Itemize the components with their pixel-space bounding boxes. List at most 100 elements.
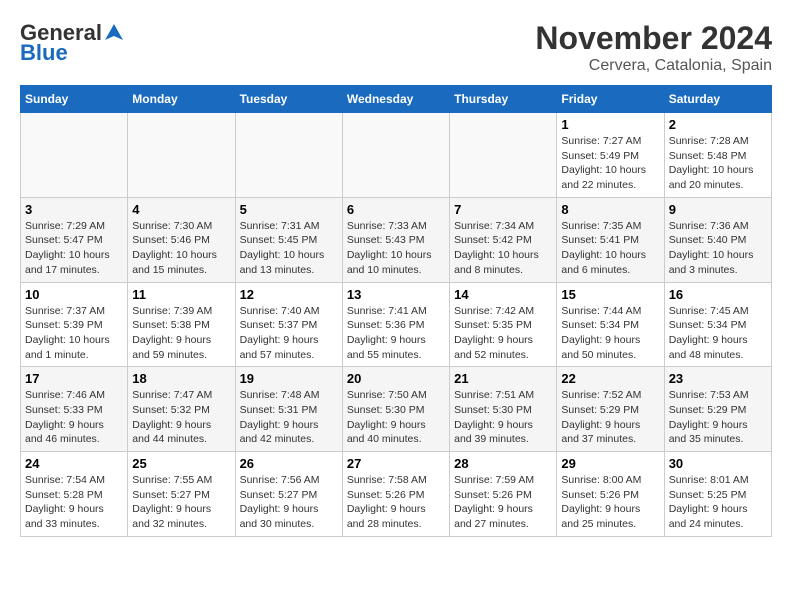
day-info: Sunrise: 7:28 AM Sunset: 5:48 PM Dayligh… bbox=[669, 134, 767, 193]
day-number: 19 bbox=[240, 371, 338, 386]
day-number: 30 bbox=[669, 456, 767, 471]
calendar-cell: 9Sunrise: 7:36 AM Sunset: 5:40 PM Daylig… bbox=[664, 197, 771, 282]
calendar-week-5: 24Sunrise: 7:54 AM Sunset: 5:28 PM Dayli… bbox=[21, 452, 772, 537]
calendar-cell: 2 Sunrise: 7:28 AM Sunset: 5:48 PM Daylig… bbox=[664, 113, 771, 198]
day-number: 28 bbox=[454, 456, 552, 471]
calendar-cell: 6Sunrise: 7:33 AM Sunset: 5:43 PM Daylig… bbox=[342, 197, 449, 282]
calendar-cell: 10 Sunrise: 7:37 AM Sunset: 5:39 PM Dayli… bbox=[21, 282, 128, 367]
calendar-cell: 22Sunrise: 7:52 AM Sunset: 5:29 PM Dayli… bbox=[557, 367, 664, 452]
calendar-cell: 1 Sunrise: 7:27 AM Sunset: 5:49 PM Daylig… bbox=[557, 113, 664, 198]
logo-arrow-svg bbox=[103, 22, 125, 44]
day-number: 23 bbox=[669, 371, 767, 386]
day-info: Sunrise: 7:56 AM Sunset: 5:27 PM Dayligh… bbox=[240, 473, 338, 532]
day-number: 9 bbox=[669, 202, 767, 217]
calendar-cell bbox=[342, 113, 449, 198]
calendar-cell: 5 Sunrise: 7:31 AM Sunset: 5:45 PM Daylig… bbox=[235, 197, 342, 282]
day-number: 11 bbox=[132, 287, 230, 302]
calendar-cell: 8Sunrise: 7:35 AM Sunset: 5:41 PM Daylig… bbox=[557, 197, 664, 282]
day-info: Sunrise: 7:29 AM Sunset: 5:47 PM Dayligh… bbox=[25, 219, 123, 278]
calendar-cell: 12Sunrise: 7:40 AM Sunset: 5:37 PM Dayli… bbox=[235, 282, 342, 367]
day-number: 1 bbox=[561, 117, 659, 132]
day-info: Sunrise: 7:59 AM Sunset: 5:26 PM Dayligh… bbox=[454, 473, 552, 532]
day-info: Sunrise: 7:39 AM Sunset: 5:38 PM Dayligh… bbox=[132, 304, 230, 363]
day-info: Sunrise: 7:51 AM Sunset: 5:30 PM Dayligh… bbox=[454, 388, 552, 447]
title-area: November 2024 Cervera, Catalonia, Spain bbox=[535, 20, 772, 75]
calendar-week-3: 10 Sunrise: 7:37 AM Sunset: 5:39 PM Dayli… bbox=[21, 282, 772, 367]
calendar-week-4: 17 Sunrise: 7:46 AM Sunset: 5:33 PM Dayli… bbox=[21, 367, 772, 452]
day-number: 4 bbox=[132, 202, 230, 217]
day-number: 5 bbox=[240, 202, 338, 217]
calendar-cell: 20 Sunrise: 7:50 AM Sunset: 5:30 PM Dayli… bbox=[342, 367, 449, 452]
header: General Blue November 2024 Cervera, Cata… bbox=[20, 20, 772, 75]
day-number: 29 bbox=[561, 456, 659, 471]
day-info: Sunrise: 7:48 AM Sunset: 5:31 PM Dayligh… bbox=[240, 388, 338, 447]
day-info: Sunrise: 8:00 AM Sunset: 5:26 PM Dayligh… bbox=[561, 473, 659, 532]
day-info: Sunrise: 7:50 AM Sunset: 5:30 PM Dayligh… bbox=[347, 388, 445, 447]
day-info: Sunrise: 7:46 AM Sunset: 5:33 PM Dayligh… bbox=[25, 388, 123, 447]
calendar-cell: 21 Sunrise: 7:51 AM Sunset: 5:30 PM Dayli… bbox=[450, 367, 557, 452]
day-number: 21 bbox=[454, 371, 552, 386]
day-number: 14 bbox=[454, 287, 552, 302]
weekday-header-monday: Monday bbox=[128, 86, 235, 113]
calendar-cell: 7 Sunrise: 7:34 AM Sunset: 5:42 PM Daylig… bbox=[450, 197, 557, 282]
calendar-cell: 26 Sunrise: 7:56 AM Sunset: 5:27 PM Dayli… bbox=[235, 452, 342, 537]
day-number: 7 bbox=[454, 202, 552, 217]
weekday-header-tuesday: Tuesday bbox=[235, 86, 342, 113]
calendar-cell: 19 Sunrise: 7:48 AM Sunset: 5:31 PM Dayli… bbox=[235, 367, 342, 452]
calendar-week-2: 3 Sunrise: 7:29 AM Sunset: 5:47 PM Daylig… bbox=[21, 197, 772, 282]
weekday-header-friday: Friday bbox=[557, 86, 664, 113]
day-number: 12 bbox=[240, 287, 338, 302]
calendar-cell: 11 Sunrise: 7:39 AM Sunset: 5:38 PM Dayli… bbox=[128, 282, 235, 367]
day-info: Sunrise: 8:01 AM Sunset: 5:25 PM Dayligh… bbox=[669, 473, 767, 532]
calendar-cell: 25 Sunrise: 7:55 AM Sunset: 5:27 PM Dayli… bbox=[128, 452, 235, 537]
day-number: 25 bbox=[132, 456, 230, 471]
calendar-cell bbox=[450, 113, 557, 198]
calendar-cell: 3 Sunrise: 7:29 AM Sunset: 5:47 PM Daylig… bbox=[21, 197, 128, 282]
day-info: Sunrise: 7:27 AM Sunset: 5:49 PM Dayligh… bbox=[561, 134, 659, 193]
day-info: Sunrise: 7:55 AM Sunset: 5:27 PM Dayligh… bbox=[132, 473, 230, 532]
calendar-cell bbox=[21, 113, 128, 198]
day-info: Sunrise: 7:34 AM Sunset: 5:42 PM Dayligh… bbox=[454, 219, 552, 278]
day-info: Sunrise: 7:44 AM Sunset: 5:34 PM Dayligh… bbox=[561, 304, 659, 363]
calendar-table: SundayMondayTuesdayWednesdayThursdayFrid… bbox=[20, 85, 772, 537]
day-number: 27 bbox=[347, 456, 445, 471]
day-info: Sunrise: 7:47 AM Sunset: 5:32 PM Dayligh… bbox=[132, 388, 230, 447]
day-number: 2 bbox=[669, 117, 767, 132]
day-number: 8 bbox=[561, 202, 659, 217]
weekday-header-thursday: Thursday bbox=[450, 86, 557, 113]
day-number: 15 bbox=[561, 287, 659, 302]
day-number: 17 bbox=[25, 371, 123, 386]
day-number: 13 bbox=[347, 287, 445, 302]
calendar-week-1: 1 Sunrise: 7:27 AM Sunset: 5:49 PM Daylig… bbox=[21, 113, 772, 198]
day-number: 10 bbox=[25, 287, 123, 302]
day-info: Sunrise: 7:45 AM Sunset: 5:34 PM Dayligh… bbox=[669, 304, 767, 363]
calendar-cell: 29 Sunrise: 8:00 AM Sunset: 5:26 PM Dayli… bbox=[557, 452, 664, 537]
day-number: 16 bbox=[669, 287, 767, 302]
day-info: Sunrise: 7:30 AM Sunset: 5:46 PM Dayligh… bbox=[132, 219, 230, 278]
calendar-body: 1 Sunrise: 7:27 AM Sunset: 5:49 PM Daylig… bbox=[21, 113, 772, 537]
day-info: Sunrise: 7:37 AM Sunset: 5:39 PM Dayligh… bbox=[25, 304, 123, 363]
day-info: Sunrise: 7:58 AM Sunset: 5:26 PM Dayligh… bbox=[347, 473, 445, 532]
calendar-cell: 14 Sunrise: 7:42 AM Sunset: 5:35 PM Dayli… bbox=[450, 282, 557, 367]
day-number: 26 bbox=[240, 456, 338, 471]
calendar-cell: 4 Sunrise: 7:30 AM Sunset: 5:46 PM Daylig… bbox=[128, 197, 235, 282]
weekday-header-saturday: Saturday bbox=[664, 86, 771, 113]
day-info: Sunrise: 7:54 AM Sunset: 5:28 PM Dayligh… bbox=[25, 473, 123, 532]
page-subtitle: Cervera, Catalonia, Spain bbox=[535, 57, 772, 75]
calendar-cell: 17 Sunrise: 7:46 AM Sunset: 5:33 PM Dayli… bbox=[21, 367, 128, 452]
day-number: 18 bbox=[132, 371, 230, 386]
logo: General Blue bbox=[20, 20, 125, 66]
day-number: 22 bbox=[561, 371, 659, 386]
day-info: Sunrise: 7:41 AM Sunset: 5:36 PM Dayligh… bbox=[347, 304, 445, 363]
day-info: Sunrise: 7:33 AM Sunset: 5:43 PM Dayligh… bbox=[347, 219, 445, 278]
calendar-cell: 24Sunrise: 7:54 AM Sunset: 5:28 PM Dayli… bbox=[21, 452, 128, 537]
day-info: Sunrise: 7:42 AM Sunset: 5:35 PM Dayligh… bbox=[454, 304, 552, 363]
calendar-cell: 28 Sunrise: 7:59 AM Sunset: 5:26 PM Dayli… bbox=[450, 452, 557, 537]
day-number: 20 bbox=[347, 371, 445, 386]
calendar-cell: 15 Sunrise: 7:44 AM Sunset: 5:34 PM Dayli… bbox=[557, 282, 664, 367]
weekday-header-row: SundayMondayTuesdayWednesdayThursdayFrid… bbox=[21, 86, 772, 113]
day-info: Sunrise: 7:31 AM Sunset: 5:45 PM Dayligh… bbox=[240, 219, 338, 278]
calendar-cell: 13 Sunrise: 7:41 AM Sunset: 5:36 PM Dayli… bbox=[342, 282, 449, 367]
day-number: 3 bbox=[25, 202, 123, 217]
calendar-cell: 16 Sunrise: 7:45 AM Sunset: 5:34 PM Dayli… bbox=[664, 282, 771, 367]
